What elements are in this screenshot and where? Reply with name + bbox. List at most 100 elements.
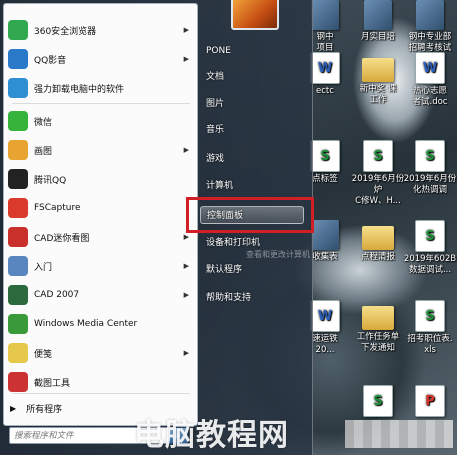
program-item[interactable]: CAD 2007 ▶ bbox=[8, 282, 193, 308]
img-file-icon bbox=[311, 0, 339, 30]
uninstall-icon bbox=[8, 78, 28, 98]
desktop-icon[interactable]: 工作任务单 下发通知 bbox=[351, 300, 405, 354]
desktop-icon-label: 月实目培 bbox=[360, 32, 395, 42]
desktop-icon[interactable]: 月实目培 bbox=[351, 0, 405, 43]
desktop-icon[interactable]: S bbox=[351, 385, 405, 419]
all-programs-label: 所有程序 bbox=[26, 405, 63, 415]
highlight-annotation-box bbox=[186, 197, 314, 233]
program-label: 微信 bbox=[34, 117, 53, 128]
excel-file-icon: S bbox=[363, 140, 393, 172]
program-label: 腾讯QQ bbox=[34, 175, 67, 186]
all-programs-button[interactable]: ▶ 所有程序 bbox=[10, 402, 62, 415]
qq-player-icon bbox=[8, 49, 28, 69]
desktop-icon-label: 2019年602B 数据调试... bbox=[403, 254, 457, 275]
program-label: 360安全浏览器 bbox=[34, 26, 97, 37]
autocad-icon bbox=[8, 285, 28, 305]
program-item[interactable]: 画图 ▶ bbox=[8, 137, 193, 163]
desktop-icon[interactable]: P bbox=[403, 385, 457, 419]
program-item[interactable]: 截图工具 bbox=[8, 369, 193, 395]
wechat-icon bbox=[8, 111, 28, 131]
mosaic-blur bbox=[345, 420, 453, 448]
right-link[interactable]: PONE bbox=[206, 42, 306, 60]
right-link[interactable]: 默认程序 bbox=[206, 261, 306, 279]
desktop-icon[interactable]: S 2019年6月份炉 C修W、H... bbox=[351, 140, 405, 207]
right-link[interactable]: 计算机 bbox=[206, 177, 306, 195]
browser-360-icon bbox=[8, 20, 28, 40]
program-item[interactable]: 入门 ▶ bbox=[8, 253, 193, 279]
submenu-arrow-icon: ▶ bbox=[183, 146, 189, 154]
program-label: 便笺 bbox=[34, 349, 53, 360]
program-label: 画图 bbox=[34, 146, 53, 157]
desktop-icon[interactable]: S 招考职位表. xls bbox=[403, 300, 457, 356]
right-link[interactable]: 文档 bbox=[206, 68, 306, 86]
cad-mini-icon bbox=[8, 227, 28, 247]
program-item[interactable]: 便笺 ▶ bbox=[8, 340, 193, 366]
pdf-file-icon: P bbox=[415, 385, 445, 417]
desktop-icon-label: 热心志愿 者试.doc bbox=[412, 86, 448, 107]
word-file-icon: W bbox=[415, 52, 445, 84]
submenu-arrow-icon: ▶ bbox=[183, 26, 189, 34]
desktop-icon[interactable]: S 2019年602B 数据调试... bbox=[403, 220, 457, 276]
program-item[interactable]: CAD迷你看图 ▶ bbox=[8, 224, 193, 250]
qq-icon bbox=[8, 169, 28, 189]
right-link[interactable]: 帮助和支持 bbox=[206, 289, 306, 307]
submenu-arrow-icon: ▶ bbox=[183, 349, 189, 357]
program-item[interactable]: 强力卸载电脑中的软件 bbox=[8, 75, 193, 101]
excel-file-icon: S bbox=[415, 300, 445, 332]
desktop-icon-label: 工作任务单 下发通知 bbox=[356, 332, 400, 353]
desktop-icon[interactable]: 新中奖 课 工作 bbox=[351, 52, 405, 106]
desktop-icon[interactable]: W 热心志愿 者试.doc bbox=[403, 52, 457, 108]
right-link[interactable]: 图片 bbox=[206, 95, 306, 113]
watermark-text: 电脑教程网 bbox=[134, 418, 289, 453]
submenu-arrow-icon: ▶ bbox=[183, 55, 189, 63]
img-file-icon bbox=[364, 0, 392, 30]
folder-file-icon bbox=[362, 226, 394, 250]
desktop-icon-label: 点程清报 bbox=[360, 252, 395, 262]
program-label: 截图工具 bbox=[34, 378, 71, 389]
program-item[interactable]: 360安全浏览器 ▶ bbox=[8, 17, 193, 43]
snipping-tool-icon bbox=[8, 372, 28, 392]
paint-icon bbox=[8, 140, 28, 160]
program-item[interactable]: FSCapture bbox=[8, 195, 193, 221]
folder-file-icon bbox=[362, 58, 394, 82]
divider bbox=[12, 393, 190, 394]
program-label: CAD 2007 bbox=[34, 290, 80, 300]
program-item[interactable]: Windows Media Center bbox=[8, 311, 193, 337]
desktop-icon-label: 2019年6月份 化热调调 bbox=[403, 174, 457, 195]
submenu-arrow-icon: ▶ bbox=[183, 233, 189, 241]
desktop-icon[interactable]: S 2019年6月份 化热调调 bbox=[403, 140, 457, 196]
program-item[interactable]: QQ影音 ▶ bbox=[8, 46, 193, 72]
excel-file-icon: S bbox=[415, 140, 445, 172]
img-file-icon bbox=[416, 0, 444, 30]
desktop-icon-label: 招考职位表. xls bbox=[407, 334, 453, 355]
media-center-icon bbox=[8, 314, 28, 334]
word-file-icon: W bbox=[310, 300, 340, 332]
right-link[interactable]: 游戏 bbox=[206, 150, 306, 168]
program-item[interactable]: 微信 bbox=[8, 108, 193, 134]
desktop-icon[interactable]: 钢中专业部 招聘考核试 bbox=[403, 0, 457, 54]
submenu-arrow-icon: ▶ bbox=[183, 262, 189, 270]
program-label: 强力卸载电脑中的软件 bbox=[34, 84, 125, 95]
folder-file-icon bbox=[362, 306, 394, 330]
desktop-icon[interactable]: 点程清报 bbox=[351, 220, 405, 263]
excel-file-icon: S bbox=[363, 385, 393, 417]
desktop-icon-label: 2019年6月份炉 C修W、H... bbox=[351, 174, 405, 206]
program-label: Windows Media Center bbox=[34, 319, 138, 329]
program-label: FSCapture bbox=[34, 203, 81, 213]
program-item[interactable]: 腾讯QQ bbox=[8, 166, 193, 192]
program-label: CAD迷你看图 bbox=[34, 233, 90, 244]
program-label: 入门 bbox=[34, 262, 53, 273]
control-panel-tooltip: 查看和更改计算机 bbox=[246, 250, 310, 259]
getting-started-icon bbox=[8, 256, 28, 276]
fscapture-icon bbox=[8, 198, 28, 218]
img-file-icon bbox=[311, 220, 339, 250]
divider bbox=[12, 103, 190, 104]
desktop-icon-label: 钢中专业部 招聘考核试 bbox=[408, 32, 452, 53]
right-link[interactable]: 音乐 bbox=[206, 121, 306, 139]
programs-pane: 360安全浏览器 ▶ QQ影音 ▶ 强力卸载电脑中的软件 微信 画图 ▶ 腾讯QQ FSCaptu… bbox=[3, 3, 198, 426]
user-avatar[interactable] bbox=[231, 0, 279, 30]
excel-file-icon: S bbox=[310, 140, 340, 172]
sticky-notes-icon bbox=[8, 343, 28, 363]
desktop-icon-label: 新中奖 课 工作 bbox=[359, 84, 397, 105]
excel-file-icon: S bbox=[415, 220, 445, 252]
